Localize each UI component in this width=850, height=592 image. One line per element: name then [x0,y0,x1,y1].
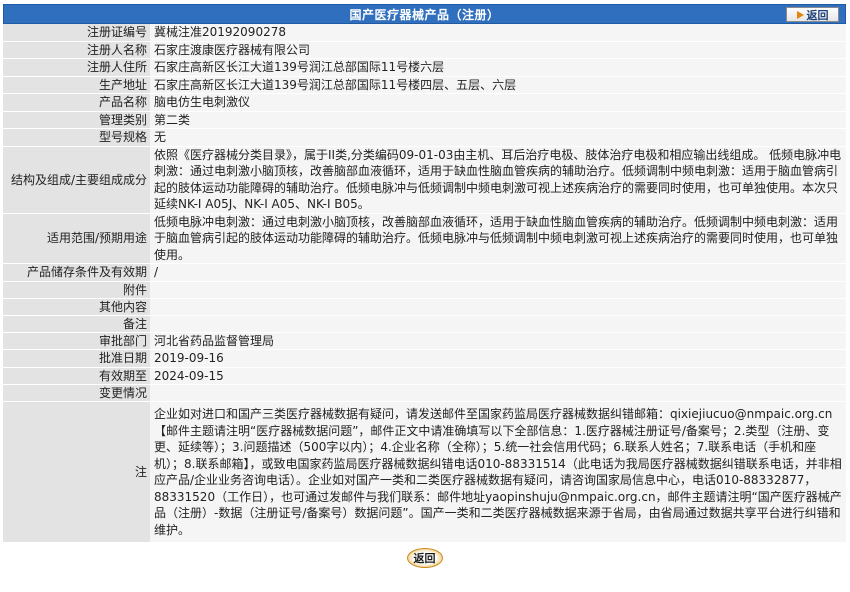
table-row: 型号规格 无 [3,128,846,147]
row-value: 第二类 [150,111,846,129]
row-label: 注册人住所 [3,58,150,77]
row-label: 附件 [3,281,150,299]
row-label: 管理类别 [3,111,150,129]
row-value: 冀械注准20192090278 [150,24,846,42]
row-label: 产品储存条件及有效期 [3,263,150,282]
detail-panel: 国产医疗器械产品（注册） 返回 注册证编号 冀械注准20192090278 注册… [3,4,846,568]
table-row: 附件 [3,281,846,299]
row-label: 有效期至 [3,367,150,385]
row-label: 其他内容 [3,298,150,316]
note-text: 企业如对进口和国产三类医疗器械数据有疑问，请发送邮件至国家药监局医疗器械数据纠错… [150,401,846,543]
detail-table: 注册证编号 冀械注准20192090278 注册人名称 石家庄渡康医疗器械有限公… [3,24,846,543]
row-value: 石家庄高新区长江大道139号润江总部国际11号楼四层、五层、六层 [150,76,846,94]
footer: 返回 [3,548,846,568]
row-label: 审批部门 [3,332,150,350]
row-value: 脑电仿生电刺激仪 [150,93,846,112]
row-value [150,298,846,316]
table-row: 管理类别 第二类 [3,111,846,129]
row-value: 依照《医疗器械分类目录》，属于II类,分类编码09-01-03由主机、耳后治疗电… [150,146,846,214]
row-label: 批准日期 [3,349,150,368]
table-row: 有效期至 2024-09-15 [3,367,846,385]
back-button-bottom[interactable]: 返回 [406,548,443,568]
row-value: 河北省药品监督管理局 [150,332,846,350]
table-row: 审批部门 河北省药品监督管理局 [3,332,846,350]
header-bar: 国产医疗器械产品（注册） 返回 [3,4,846,24]
row-label: 适用范围/预期用途 [3,213,150,264]
row-value: / [150,263,846,282]
table-row: 批准日期 2019-09-16 [3,349,846,368]
table-row: 生产地址 石家庄高新区长江大道139号润江总部国际11号楼四层、五层、六层 [3,76,846,94]
table-row: 注册人住所 石家庄高新区长江大道139号润江总部国际11号楼六层 [3,58,846,77]
row-label: 注册人名称 [3,41,150,59]
row-value [150,315,846,333]
note-row: 注 企业如对进口和国产三类医疗器械数据有疑问，请发送邮件至国家药监局医疗器械数据… [3,401,846,543]
row-label: 生产地址 [3,76,150,94]
back-button-bottom-label: 返回 [413,552,436,565]
table-row: 注册证编号 冀械注准20192090278 [3,24,846,42]
row-value: 无 [150,128,846,147]
table-row: 其他内容 [3,298,846,316]
table-row: 变更情况 [3,384,846,402]
table-row: 产品储存条件及有效期 / [3,263,846,282]
row-label: 变更情况 [3,384,150,402]
back-button-top[interactable]: 返回 [786,7,839,22]
page-title: 国产医疗器械产品（注册） [349,7,500,22]
row-label: 结构及组成/主要组成成分 [3,146,150,214]
table-row: 适用范围/预期用途 低频电脉冲电刺激：通过电刺激小脑顶核，改善脑部血液循环，适用… [3,213,846,264]
row-value: 低频电脉冲电刺激：通过电刺激小脑顶核，改善脑部血液循环，适用于缺血性脑血管疾病的… [150,213,846,264]
table-row: 产品名称 脑电仿生电刺激仪 [3,93,846,112]
row-label: 产品名称 [3,93,150,112]
arrow-right-icon [796,10,804,19]
table-row: 备注 [3,315,846,333]
row-value: 2024-09-15 [150,367,846,385]
note-label: 注 [3,401,150,543]
table-row: 注册人名称 石家庄渡康医疗器械有限公司 [3,41,846,59]
back-button-top-label: 返回 [806,8,829,22]
row-value [150,384,846,402]
row-value [150,281,846,299]
row-value: 2019-09-16 [150,349,846,368]
row-label: 注册证编号 [3,24,150,42]
row-label: 备注 [3,315,150,333]
table-row: 结构及组成/主要组成成分 依照《医疗器械分类目录》，属于II类,分类编码09-0… [3,146,846,214]
row-value: 石家庄高新区长江大道139号润江总部国际11号楼六层 [150,58,846,77]
row-value: 石家庄渡康医疗器械有限公司 [150,41,846,59]
row-label: 型号规格 [3,128,150,147]
